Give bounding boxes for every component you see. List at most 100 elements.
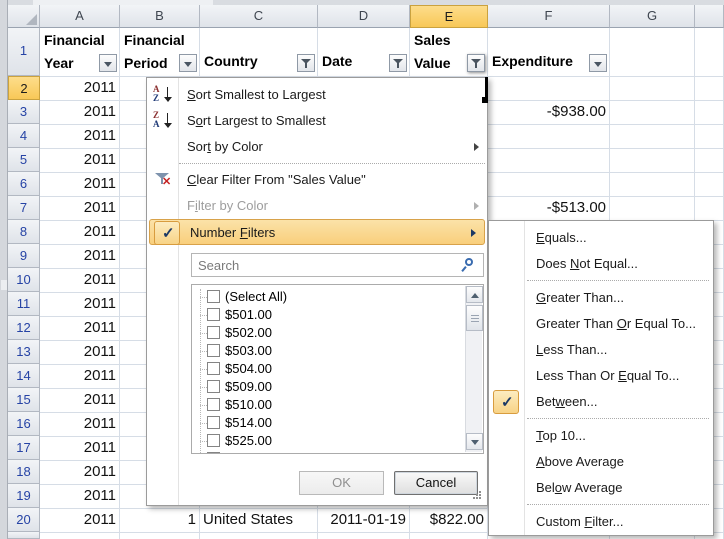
column-header-partial[interactable] [695,5,724,28]
menu-item-number-filters[interactable]: ✓Number Filters [147,219,487,245]
row-header-5[interactable]: 5 [8,148,40,172]
cancel-button[interactable]: Cancel [394,471,478,495]
cell-A7[interactable]: 2011 [43,196,116,220]
row-header-4[interactable]: 4 [8,124,40,148]
value-checkbox[interactable] [207,308,220,321]
menu-item-less-than-or-equal-to[interactable]: Less Than Or Equal To... [489,363,713,389]
menu-item-sort-smallest-to-largest[interactable]: AZSort Smallest to Largest [147,82,487,108]
filter-dropdown-button-A[interactable] [99,54,117,72]
filter-applied-button-C[interactable] [297,54,315,72]
row-header-15[interactable]: 15 [8,388,40,412]
value-checkbox[interactable] [207,452,220,454]
row-header-1[interactable]: 1 [8,28,40,76]
scrollbar-thumb[interactable] [466,305,483,331]
row-header-14[interactable]: 14 [8,364,40,388]
cell-A8[interactable]: 2011 [43,220,116,244]
row-header-18[interactable]: 18 [8,460,40,484]
column-header-G[interactable]: G [610,5,695,28]
scroll-up-button[interactable] [466,286,483,303]
cell-D20[interactable]: 2011-01-19 [321,508,406,532]
value-checkbox[interactable] [207,344,220,357]
cell-A19[interactable]: 2011 [43,484,116,508]
list-scrollbar[interactable] [465,286,482,452]
menu-item-greater-than-or-equal-to[interactable]: Greater Than Or Equal To... [489,311,713,337]
filter-value-item[interactable]: $502.00 [192,324,447,342]
row-header-19[interactable]: 19 [8,484,40,508]
cell-A14[interactable]: 2011 [43,364,116,388]
column-header-E[interactable]: E [410,5,488,28]
menu-item-below-average[interactable]: Below Average [489,475,713,501]
cell-A12[interactable]: 2011 [43,316,116,340]
cell-A5[interactable]: 2011 [43,148,116,172]
row-header-20[interactable]: 20 [8,508,40,532]
row-header-10[interactable]: 10 [8,268,40,292]
row-header-11[interactable]: 11 [8,292,40,316]
filter-applied-button-E[interactable] [467,54,485,72]
row-header-13[interactable]: 13 [8,340,40,364]
row-header-7[interactable]: 7 [8,196,40,220]
cell-A3[interactable]: 2011 [43,100,116,124]
cell-A20[interactable]: 2011 [43,508,116,532]
row-header-6[interactable]: 6 [8,172,40,196]
filter-applied-button-D[interactable] [389,54,407,72]
filter-value-item[interactable]: $501.00 [192,306,447,324]
row-header-2[interactable]: 2 [8,76,40,100]
menu-item-above-average[interactable]: Above Average [489,449,713,475]
scroll-down-button[interactable] [466,433,483,450]
filter-value-item[interactable]: $525.00 [192,432,447,450]
filter-value-item[interactable]: $509.00 [192,378,447,396]
cell-A10[interactable]: 2011 [43,268,116,292]
cell-A9[interactable]: 2011 [43,244,116,268]
row-header-partial[interactable] [8,532,40,539]
cell-B20[interactable]: 1 [123,508,196,532]
menu-item-less-than[interactable]: Less Than... [489,337,713,363]
menu-item-filter-by-color[interactable]: Filter by Color [147,193,487,219]
select-all-corner[interactable] [8,5,40,28]
menu-item-custom-filter[interactable]: Custom Filter... [489,509,713,535]
column-header-B[interactable]: B [120,5,200,28]
cell-F3[interactable]: -$938.00 [491,100,606,124]
row-header-12[interactable]: 12 [8,316,40,340]
cell-E20[interactable]: $822.00 [413,508,484,532]
cell-F7[interactable]: -$513.00 [491,196,606,220]
value-checkbox[interactable] [207,416,220,429]
row-header-3[interactable]: 3 [8,100,40,124]
filter-value-item[interactable]: (Select All) [192,288,447,306]
filter-value-item-partial[interactable] [192,450,447,454]
cell-A15[interactable]: 2011 [43,388,116,412]
menu-item-between[interactable]: ✓Between... [489,389,713,415]
search-input[interactable]: Search [191,253,484,277]
resize-grip[interactable] [473,491,483,501]
menu-item-clear-filter-from-sales-value[interactable]: ✕Clear Filter From "Sales Value" [147,167,487,193]
row-header-8[interactable]: 8 [8,220,40,244]
column-header-A[interactable]: A [40,5,120,28]
filter-dropdown-button-F[interactable] [589,54,607,72]
menu-item-sort-by-color[interactable]: Sort by Color [147,134,487,160]
menu-item-equals[interactable]: Equals... [489,225,713,251]
cell-A4[interactable]: 2011 [43,124,116,148]
filter-value-item[interactable]: $514.00 [192,414,447,432]
menu-item-top-10[interactable]: Top 10... [489,423,713,449]
cell-A16[interactable]: 2011 [43,412,116,436]
menu-item-sort-largest-to-smallest[interactable]: ZASort Largest to Smallest [147,108,487,134]
column-header-C[interactable]: C [200,5,318,28]
row-header-16[interactable]: 16 [8,412,40,436]
active-cell-fill-handle[interactable] [482,97,488,103]
filter-value-item[interactable]: $503.00 [192,342,447,360]
search-icon[interactable] [462,258,476,272]
value-checkbox[interactable] [207,326,220,339]
row-header-9[interactable]: 9 [8,244,40,268]
cell-A13[interactable]: 2011 [43,340,116,364]
cell-A2[interactable]: 2011 [43,76,116,100]
row-header-17[interactable]: 17 [8,436,40,460]
menu-item-greater-than[interactable]: Greater Than... [489,285,713,311]
column-header-D[interactable]: D [318,5,410,28]
value-checkbox[interactable] [207,290,220,303]
filter-value-item[interactable]: $504.00 [192,360,447,378]
ok-button[interactable]: OK [299,471,384,495]
value-checkbox[interactable] [207,398,220,411]
cell-A11[interactable]: 2011 [43,292,116,316]
cell-A18[interactable]: 2011 [43,460,116,484]
column-header-F[interactable]: F [488,5,610,28]
value-checkbox[interactable] [207,434,220,447]
